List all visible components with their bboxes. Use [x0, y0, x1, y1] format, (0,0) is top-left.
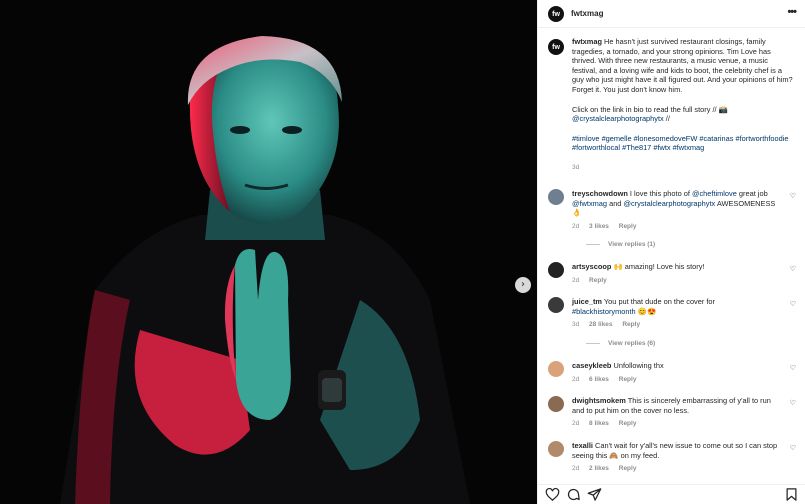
comment-username[interactable]: texalli	[572, 441, 593, 450]
heart-icon[interactable]: ♡	[790, 444, 796, 452]
view-replies-button[interactable]: View replies (6)	[586, 340, 655, 347]
reply-button[interactable]: Reply	[619, 465, 637, 472]
comment-username[interactable]: juice_tm	[572, 297, 602, 306]
comment-text: Unfollowing thx	[613, 361, 664, 370]
comment-text: You put that dude on the cover for	[603, 297, 716, 306]
avatar[interactable]	[548, 297, 564, 313]
comment-username[interactable]: caseykleeb	[572, 361, 611, 370]
caption-hashtags[interactable]: #timlove #gemelle #lonesomedoveFW #catar…	[572, 134, 794, 153]
avatar[interactable]	[548, 396, 564, 412]
mention-link[interactable]: @fwtxmag	[572, 199, 607, 208]
caption-username[interactable]: fwtxmag	[572, 37, 602, 46]
comment-body: dwightsmokem This is sincerely embarrass…	[572, 396, 780, 429]
caption-cta: Click on the link in bio to read the ful…	[572, 104, 728, 114]
comment-time: 2d	[572, 222, 580, 230]
heart-icon[interactable]: ♡	[790, 300, 796, 308]
comment-time: 2d	[572, 375, 580, 383]
reply-button[interactable]: Reply	[619, 420, 637, 427]
portrait-image	[0, 0, 537, 504]
comment-likes[interactable]: 3 likes	[589, 223, 609, 230]
comment-body: juice_tm You put that dude on the cover …	[572, 297, 780, 330]
reply-button[interactable]: Reply	[622, 321, 640, 328]
comment-username[interactable]: artsyscoop	[572, 262, 611, 271]
hashtag-link[interactable]: #blackhistorymonth	[572, 307, 636, 316]
heart-icon[interactable]: ♡	[790, 265, 796, 273]
mention-link[interactable]: @crystalclearphotographytx	[623, 199, 715, 208]
avatar[interactable]: fw	[548, 39, 564, 55]
comment-username[interactable]: treyschowdown	[572, 189, 628, 198]
reply-button[interactable]: Reply	[619, 376, 637, 383]
caption-time: 3d	[572, 163, 580, 171]
comment-text: great job	[736, 189, 768, 198]
reply-button[interactable]: Reply	[619, 223, 637, 230]
comment-text: and	[607, 198, 624, 208]
avatar[interactable]	[548, 189, 564, 205]
comment-time: 2d	[572, 276, 580, 284]
avatar[interactable]: fw	[548, 6, 564, 22]
comment-text: 🙌 amazing! Love his story!	[613, 262, 705, 271]
caption-text: fwtxmag He hasn't just survived restaura…	[572, 37, 794, 173]
comment-time: 2d	[572, 420, 580, 428]
comment-likes[interactable]: 28 likes	[589, 321, 613, 328]
mention-link[interactable]: @cheftimlove	[692, 189, 737, 198]
post-side-panel: fw fwtxmag ••• fw fwtxmag He hasn't just…	[537, 0, 805, 504]
comment-icon[interactable]	[566, 487, 581, 502]
heart-icon[interactable]: ♡	[790, 192, 796, 200]
comment-emoji: 😊😍	[635, 306, 657, 316]
caption-credit-suffix: //	[663, 114, 670, 124]
heart-icon[interactable]: ♡	[790, 399, 796, 407]
post-header: fw fwtxmag •••	[538, 0, 805, 28]
chevron-right-icon: ›	[521, 279, 525, 290]
heart-icon[interactable]: ♡	[790, 364, 796, 372]
more-horizontal-icon[interactable]: •••	[787, 6, 797, 18]
comment-body: treyschowdown I love this photo of @chef…	[572, 189, 780, 231]
comment-text: Can't wait for y'all's new issue to come…	[572, 441, 778, 460]
avatar[interactable]	[548, 262, 564, 278]
comment-likes[interactable]: 6 likes	[589, 376, 609, 383]
comment-body: texalli Can't wait for y'all's new issue…	[572, 441, 780, 474]
comment-likes[interactable]: 8 likes	[589, 420, 609, 427]
caption-body: He hasn't just survived restaurant closi…	[572, 37, 793, 94]
post-photo[interactable]: ›	[0, 0, 537, 504]
heart-icon[interactable]	[545, 487, 560, 502]
avatar[interactable]	[548, 441, 564, 457]
view-replies-button[interactable]: View replies (1)	[586, 241, 655, 248]
comment-time: 2d	[572, 465, 580, 473]
comment-username[interactable]: dwightsmokem	[572, 396, 626, 405]
comment-text: I love this photo of	[629, 189, 692, 198]
caption-credit-link[interactable]: @crystalclearphotographytx	[572, 114, 664, 123]
comment-body: caseykleeb Unfollowing thx 2d 6 likes Re…	[572, 361, 780, 384]
comment-time: 3d	[572, 321, 580, 329]
bookmark-icon[interactable]	[784, 487, 799, 502]
share-icon[interactable]	[587, 487, 602, 502]
comment-likes[interactable]: 2 likes	[589, 465, 609, 472]
action-bar	[538, 484, 805, 504]
next-photo-button[interactable]: ›	[515, 277, 531, 293]
comment-body: artsyscoop 🙌 amazing! Love his story! 2d…	[572, 262, 780, 285]
reply-button[interactable]: Reply	[589, 277, 607, 284]
post-username[interactable]: fwtxmag	[571, 9, 603, 18]
avatar[interactable]	[548, 361, 564, 377]
